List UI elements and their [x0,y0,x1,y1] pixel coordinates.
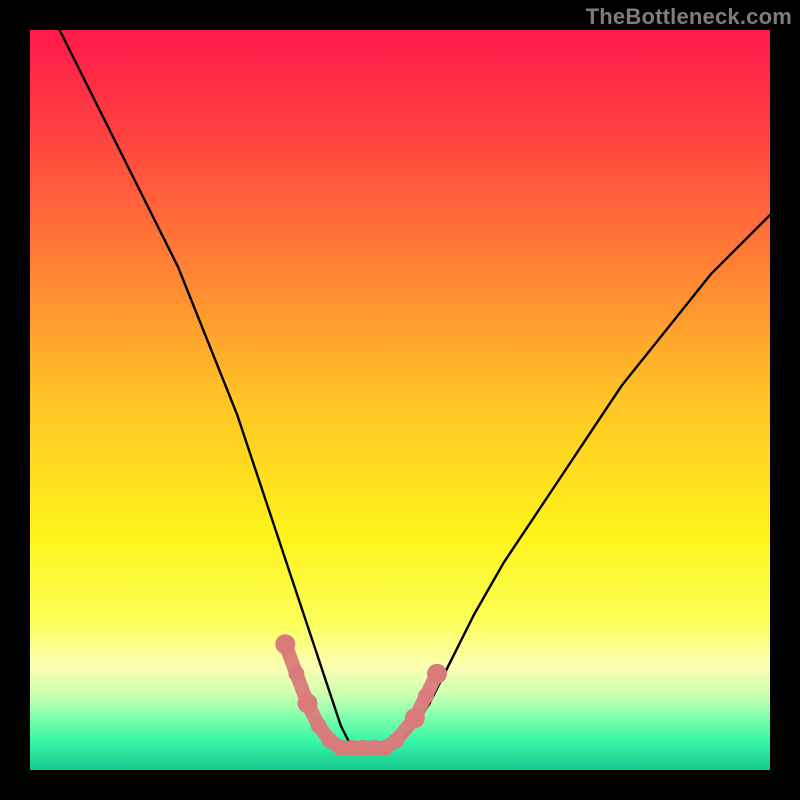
curve-layer [30,30,770,770]
marker-dot [275,634,295,654]
highlighted-points [275,634,447,756]
marker-dot [418,688,434,704]
plot-area [30,30,770,770]
marker-dot [288,666,304,682]
marker-dot [311,718,327,734]
bottleneck-curve [60,30,770,748]
marker-dot [427,664,447,684]
outer-frame: TheBottleneck.com [0,0,800,800]
marker-dot [388,732,404,748]
marker-dot [298,693,318,713]
watermark: TheBottleneck.com [586,4,792,30]
marker-dot [405,708,425,728]
